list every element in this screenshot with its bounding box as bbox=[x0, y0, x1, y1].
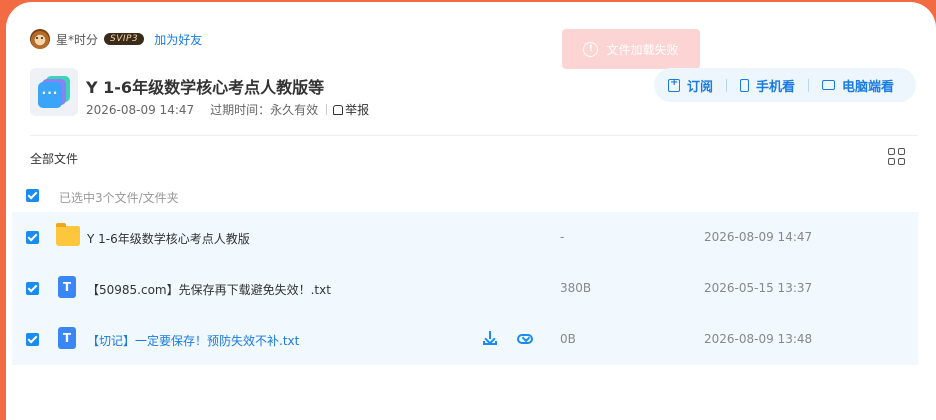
meta-divider bbox=[326, 104, 328, 115]
row-checkbox[interactable] bbox=[26, 333, 39, 346]
subscribe-icon bbox=[668, 77, 680, 92]
expire-label: 过期时间： bbox=[210, 103, 271, 117]
folder-icon bbox=[56, 223, 80, 246]
add-friend-link[interactable]: 加为好友 bbox=[154, 31, 202, 48]
grid-view-icon[interactable] bbox=[888, 148, 906, 166]
table-row[interactable]: T 【切记】一定要保存！预防失效不补.txt 0B 2026-08-09 13:… bbox=[12, 314, 918, 365]
view-actions: 订阅 手机看 电脑端看 bbox=[654, 68, 916, 102]
file-name[interactable]: Y 1-6年级数学核心考点人教版 bbox=[87, 230, 250, 247]
row-checkbox[interactable] bbox=[26, 231, 39, 244]
monitor-icon bbox=[822, 80, 836, 90]
save-to-cloud-icon[interactable] bbox=[517, 330, 533, 346]
username[interactable]: 星*时分 bbox=[56, 31, 98, 48]
file-name[interactable]: 【切记】一定要保存！预防失效不补.txt bbox=[87, 332, 299, 349]
report-link[interactable]: 举报 bbox=[333, 101, 369, 118]
share-file-icon: ··· bbox=[30, 68, 78, 116]
txt-file-icon: T bbox=[58, 276, 76, 298]
pc-view-button[interactable]: 电脑端看 bbox=[822, 76, 894, 95]
subscribe-button[interactable]: 订阅 bbox=[668, 76, 740, 95]
alarm-icon bbox=[333, 104, 344, 115]
breadcrumb[interactable]: 全部文件 bbox=[30, 150, 78, 167]
file-name[interactable]: 【50985.com】先保存再下载避免失效！.txt bbox=[87, 281, 331, 298]
table-row[interactable]: T 【50985.com】先保存再下载避免失效！.txt 380B 2026-0… bbox=[12, 263, 918, 314]
row-checkbox[interactable] bbox=[26, 282, 39, 295]
download-icon[interactable] bbox=[482, 330, 498, 346]
expire-value: 永久有效 bbox=[270, 103, 319, 117]
file-list: Y 1-6年级数学核心考点人教版 - 2026-08-09 14:47 T 【5… bbox=[12, 212, 918, 365]
share-title: Y 1-6年级数学核心考点人教版等 bbox=[86, 78, 325, 97]
phone-icon bbox=[740, 78, 750, 92]
selection-count: 已选中3个文件/文件夹 bbox=[59, 191, 179, 205]
user-bar: 星*时分 SVIP3 加为好友 bbox=[30, 28, 202, 50]
file-date: 2026-08-09 14:47 bbox=[704, 230, 813, 244]
table-row[interactable]: Y 1-6年级数学核心考点人教版 - 2026-08-09 14:47 bbox=[12, 212, 918, 263]
txt-file-icon: T bbox=[58, 327, 76, 349]
toast-message: 文件加载失败 bbox=[606, 42, 679, 57]
header-divider bbox=[30, 135, 918, 136]
file-date: 2026-08-09 13:48 bbox=[704, 332, 813, 346]
file-size: 0B bbox=[560, 332, 576, 346]
share-card: 星*时分 SVIP3 加为好友 ! 文件加载失败 ··· Y 1-6年级数学核心… bbox=[6, 2, 936, 420]
vip-badge: SVIP3 bbox=[104, 33, 145, 45]
error-toast: ! 文件加载失败 bbox=[562, 29, 700, 69]
warning-icon: ! bbox=[583, 41, 599, 57]
phone-view-button[interactable]: 手机看 bbox=[740, 76, 822, 95]
share-created-time: 2026-08-09 14:47 bbox=[86, 102, 195, 117]
file-date: 2026-05-15 13:37 bbox=[704, 281, 813, 295]
file-size: 380B bbox=[560, 281, 592, 295]
select-all-checkbox[interactable] bbox=[26, 189, 39, 202]
avatar[interactable] bbox=[30, 29, 50, 49]
share-meta: 2026-08-09 14:47 过期时间： 永久有效 举报 bbox=[86, 101, 369, 118]
file-size: - bbox=[560, 230, 565, 244]
